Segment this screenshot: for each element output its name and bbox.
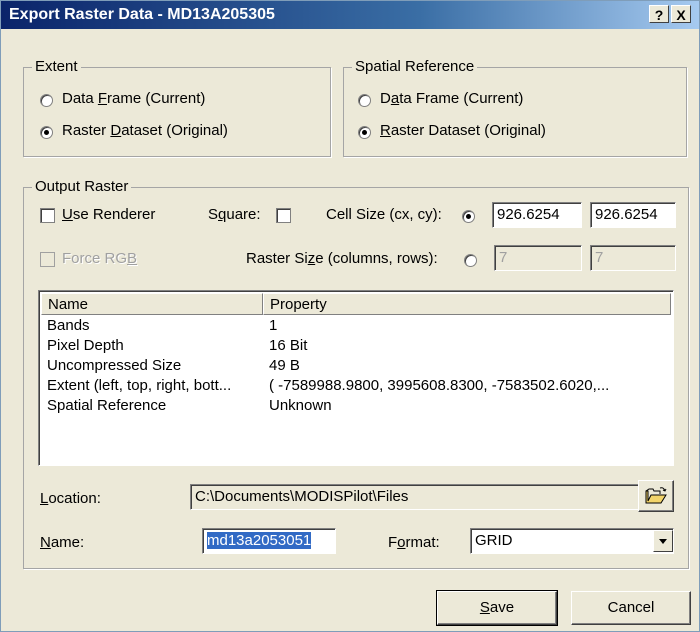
row-value-cell: Unknown — [269, 397, 332, 414]
column-header-name[interactable]: Name — [41, 293, 263, 315]
use-renderer-checkbox[interactable] — [40, 208, 55, 223]
square-checkbox[interactable] — [276, 208, 291, 223]
raster-size-radio[interactable] — [464, 254, 477, 267]
properties-list[interactable]: Name Property Bands 1 Pixel Depth 16 Bit… — [38, 290, 674, 466]
raster-size-rows-input[interactable]: 7 — [590, 245, 676, 271]
help-button[interactable]: ? — [649, 5, 669, 23]
open-folder-icon — [645, 487, 667, 504]
cell-size-cy-input[interactable]: 926.6254 — [590, 202, 676, 228]
row-name-cell: Spatial Reference — [47, 397, 167, 414]
force-rgb-checkbox[interactable] — [40, 252, 55, 267]
location-input[interactable]: C:\Documents\MODISPilot\Files — [190, 484, 642, 510]
format-selected-value: GRID — [475, 532, 513, 549]
row-name-cell: Extent (left, top, right, bott... — [47, 377, 232, 394]
name-input[interactable]: md13a2053051 — [202, 528, 336, 554]
row-value-cell: 1 — [269, 317, 278, 334]
raster-size-columns-input[interactable]: 7 — [494, 245, 582, 271]
extent-data-frame-radio[interactable] — [40, 94, 53, 107]
browse-folder-button[interactable] — [638, 480, 674, 512]
extent-data-frame-label[interactable]: Data Frame (Current) — [62, 90, 205, 107]
spatial-reference-legend: Spatial Reference — [352, 58, 478, 76]
spatial-ref-data-frame-label[interactable]: Data Frame (Current) — [380, 90, 523, 107]
window-title: Export Raster Data - MD13A205305 — [9, 6, 275, 23]
extent-legend: Extent — [32, 58, 81, 76]
extent-raster-dataset-radio[interactable] — [40, 126, 53, 139]
cell-size-cx-input[interactable]: 926.6254 — [492, 202, 582, 228]
spatial-ref-data-frame-radio[interactable] — [358, 94, 371, 107]
export-raster-dialog: Export Raster Data - MD13A205305 ? X Ext… — [0, 0, 700, 632]
output-raster-legend: Output Raster — [32, 178, 132, 196]
use-renderer-label[interactable]: Use Renderer — [62, 206, 155, 223]
output-raster-group: Output Raster Use Renderer Square: Cell … — [23, 178, 689, 569]
row-name-cell: Uncompressed Size — [47, 357, 182, 374]
save-button[interactable]: Save — [436, 590, 558, 626]
name-input-selected-text: md13a2053051 — [207, 532, 312, 549]
location-label: Location: — [40, 490, 101, 507]
close-button[interactable]: X — [671, 5, 691, 23]
extent-group: Extent Data Frame (Current) Raster Datas… — [23, 58, 331, 157]
spatial-ref-raster-dataset-radio[interactable] — [358, 126, 371, 139]
row-name-cell: Pixel Depth — [47, 337, 124, 354]
format-select[interactable]: GRID — [470, 528, 674, 554]
raster-size-label: Raster Size (columns, rows): — [246, 250, 438, 267]
force-rgb-label: Force RGB — [62, 250, 138, 267]
title-bar[interactable]: Export Raster Data - MD13A205305 ? X — [1, 1, 699, 29]
format-label: Format: — [388, 534, 440, 551]
row-value-cell: 49 B — [269, 357, 300, 374]
column-header-property[interactable]: Property — [263, 293, 671, 315]
spatial-reference-group: Spatial Reference Data Frame (Current) R… — [343, 58, 687, 157]
cancel-button[interactable]: Cancel — [571, 591, 691, 625]
row-value-cell: ( -7589988.9800, 3995608.8300, -7583502.… — [269, 377, 610, 394]
chevron-down-icon[interactable] — [653, 530, 673, 552]
spatial-ref-raster-dataset-label[interactable]: Raster Dataset (Original) — [380, 122, 546, 139]
cell-size-radio[interactable] — [462, 210, 475, 223]
square-label: Square: — [208, 206, 261, 223]
cell-size-label: Cell Size (cx, cy): — [326, 206, 442, 223]
row-name-cell: Bands — [47, 317, 90, 334]
row-value-cell: 16 Bit — [269, 337, 308, 354]
name-label: Name: — [40, 534, 85, 551]
extent-raster-dataset-label[interactable]: Raster Dataset (Original) — [62, 122, 228, 139]
